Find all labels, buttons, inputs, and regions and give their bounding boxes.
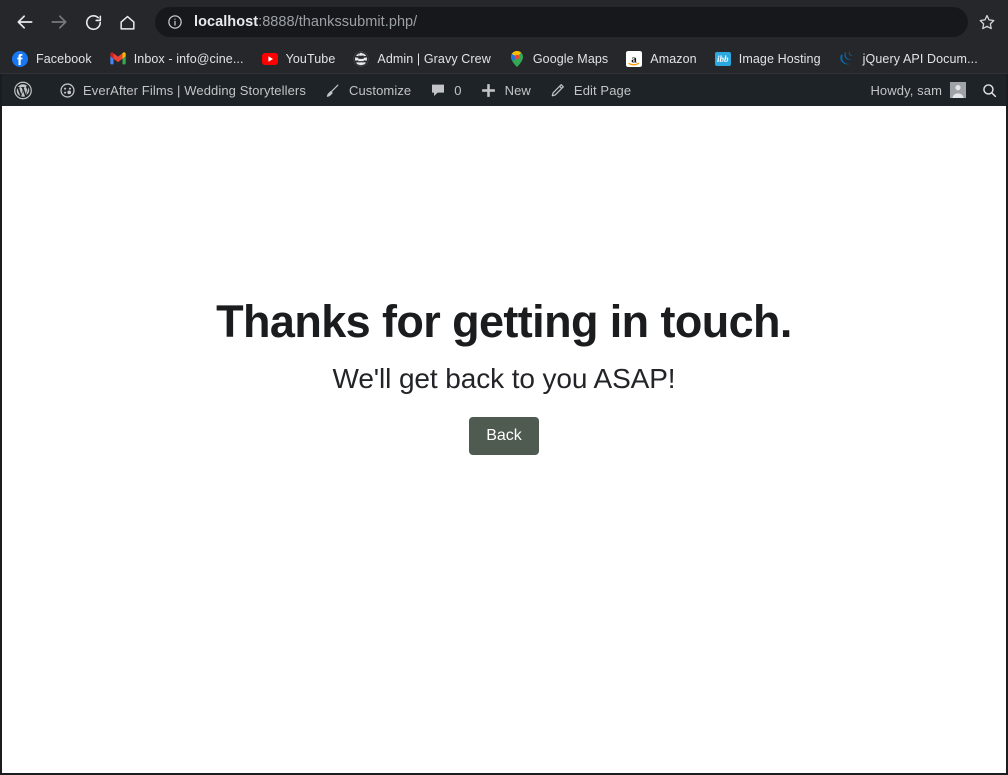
wp-logo-button[interactable] — [6, 74, 49, 106]
bookmark-jquery-api[interactable]: jQuery API Docum... — [839, 47, 986, 71]
wp-site-name-label: EverAfter Films | Wedding Storytellers — [83, 82, 306, 98]
jquery-icon — [839, 51, 855, 67]
url-path: :8888/thankssubmit.php/ — [258, 14, 418, 30]
reload-icon — [85, 14, 101, 30]
search-icon — [982, 83, 996, 97]
wp-edit-page-label: Edit Page — [573, 82, 632, 98]
bookmark-label: Amazon — [650, 51, 697, 66]
bookmark-label: Inbox - info@cine... — [133, 51, 244, 66]
youtube-icon — [261, 51, 278, 67]
page-content: Thanks for getting in touch. We'll get b… — [2, 106, 1006, 773]
back-button[interactable] — [10, 7, 40, 37]
bookmark-label: YouTube — [285, 51, 336, 66]
avatar — [950, 82, 966, 98]
wp-admin-bar: EverAfter Films | Wedding Storytellers C… — [2, 74, 1006, 106]
page-title: Thanks for getting in touch. — [216, 296, 792, 347]
star-icon — [979, 14, 995, 30]
bookmark-star-button[interactable] — [972, 7, 1002, 37]
bookmark-amazon[interactable]: a Amazon — [626, 47, 704, 71]
wp-edit-page-button[interactable]: Edit Page — [540, 74, 640, 106]
bookmark-inbox[interactable]: Inbox - info@cine... — [110, 47, 252, 71]
wp-account-menu[interactable]: Howdy, sam — [861, 74, 972, 106]
wp-customize-label: Customize — [348, 82, 412, 98]
bookmark-label: Image Hosting — [738, 51, 821, 66]
wp-comments-button[interactable]: 0 — [420, 74, 470, 106]
bookmark-youtube[interactable]: YouTube — [261, 47, 344, 71]
bookmarks-bar: Facebook Inbox - info@cine... YouTube Ad… — [0, 44, 1008, 74]
bookmark-label: Facebook — [36, 51, 92, 66]
wp-new-button[interactable]: New — [471, 74, 540, 106]
forward-button[interactable] — [44, 7, 74, 37]
arrow-left-icon — [17, 15, 33, 29]
bookmark-label: Admin | Gravy Crew — [377, 51, 491, 66]
globe-icon — [353, 51, 369, 67]
bookmark-label: jQuery API Docum... — [862, 51, 978, 66]
info-circle-icon[interactable] — [166, 13, 184, 31]
browser-toolbar: localhost:8888/thankssubmit.php/ — [0, 0, 1008, 44]
wp-site-name[interactable]: EverAfter Films | Wedding Storytellers — [49, 74, 315, 106]
bookmark-label: Google Maps — [532, 51, 609, 66]
bookmark-image-hosting[interactable]: ibb Image Hosting — [714, 47, 829, 71]
facebook-icon — [12, 50, 28, 67]
arrow-right-icon — [51, 15, 67, 29]
wp-comments-count: 0 — [454, 82, 462, 98]
wp-new-label: New — [504, 82, 531, 98]
wp-howdy-label: Howdy, sam — [870, 82, 942, 98]
home-icon — [119, 15, 135, 30]
dashboard-icon — [58, 81, 76, 99]
address-bar-url: localhost:8888/thankssubmit.php/ — [194, 14, 417, 30]
google-maps-icon — [509, 50, 525, 67]
gmail-icon — [110, 51, 126, 67]
wp-customize-button[interactable]: Customize — [315, 74, 420, 106]
comment-bubble-icon — [429, 81, 447, 99]
amazon-icon: a — [626, 50, 643, 67]
browser-window: localhost:8888/thankssubmit.php/ Faceboo… — [0, 0, 1008, 775]
pencil-icon — [549, 81, 567, 99]
wp-search-button[interactable] — [972, 74, 1006, 106]
page-subtitle: We'll get back to you ASAP! — [332, 362, 676, 394]
back-button-page[interactable]: Back — [469, 416, 539, 455]
bookmark-google-maps[interactable]: Google Maps — [509, 47, 616, 71]
reload-button[interactable] — [78, 7, 108, 37]
ibb-icon: ibb — [714, 51, 731, 66]
url-host: localhost — [194, 14, 259, 30]
page-viewport: EverAfter Films | Wedding Storytellers C… — [0, 74, 1008, 775]
plus-icon — [480, 81, 498, 99]
paintbrush-icon — [324, 81, 342, 99]
bookmark-admin-gravy-crew[interactable]: Admin | Gravy Crew — [353, 47, 498, 71]
wordpress-logo-icon — [14, 81, 32, 99]
home-button[interactable] — [112, 7, 142, 37]
bookmark-facebook[interactable]: Facebook — [12, 47, 100, 71]
address-bar[interactable]: localhost:8888/thankssubmit.php/ — [155, 7, 968, 37]
